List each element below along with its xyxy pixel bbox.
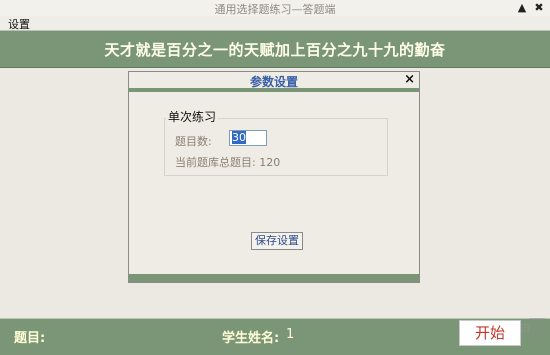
slogan-text: 天才就是百分之一的天赋加上百分之九十九的勤奋 [104,41,446,59]
question-count-label: 题目数: [175,135,212,148]
dialog-close-icon[interactable]: × [404,72,415,87]
logo-icon [529,318,545,336]
question-count-value: 30 [232,131,246,144]
settings-dialog: 参数设置 × 单次练习 题目数: 30 当前题库总题目: 120 保存设置 [128,71,420,283]
close-icon[interactable]: ✖ [532,0,546,15]
menu-bar: 设置 [0,16,550,31]
save-settings-button[interactable]: 保存设置 [251,232,303,250]
student-name-value: 1 [286,327,295,342]
group-title: 单次练习 [166,108,219,125]
student-name-label: 学生姓名: [222,331,280,346]
dialog-top-band [129,88,419,92]
start-button[interactable]: 开始 [459,320,521,346]
title-bar: 通用选择题练习—答题端 ▲ ✖ [0,0,550,17]
question-label: 题目: [14,331,46,346]
minimize-icon[interactable]: ▲ [515,0,529,15]
slogan-banner: 天才就是百分之一的天赋加上百分之九十九的勤奋 [0,30,550,68]
question-count-input[interactable]: 30 [229,130,267,146]
dialog-bottom-band [129,274,419,282]
window-title: 通用选择题练习—答题端 [214,3,336,16]
total-questions-text: 当前题库总题目: 120 [175,156,281,169]
